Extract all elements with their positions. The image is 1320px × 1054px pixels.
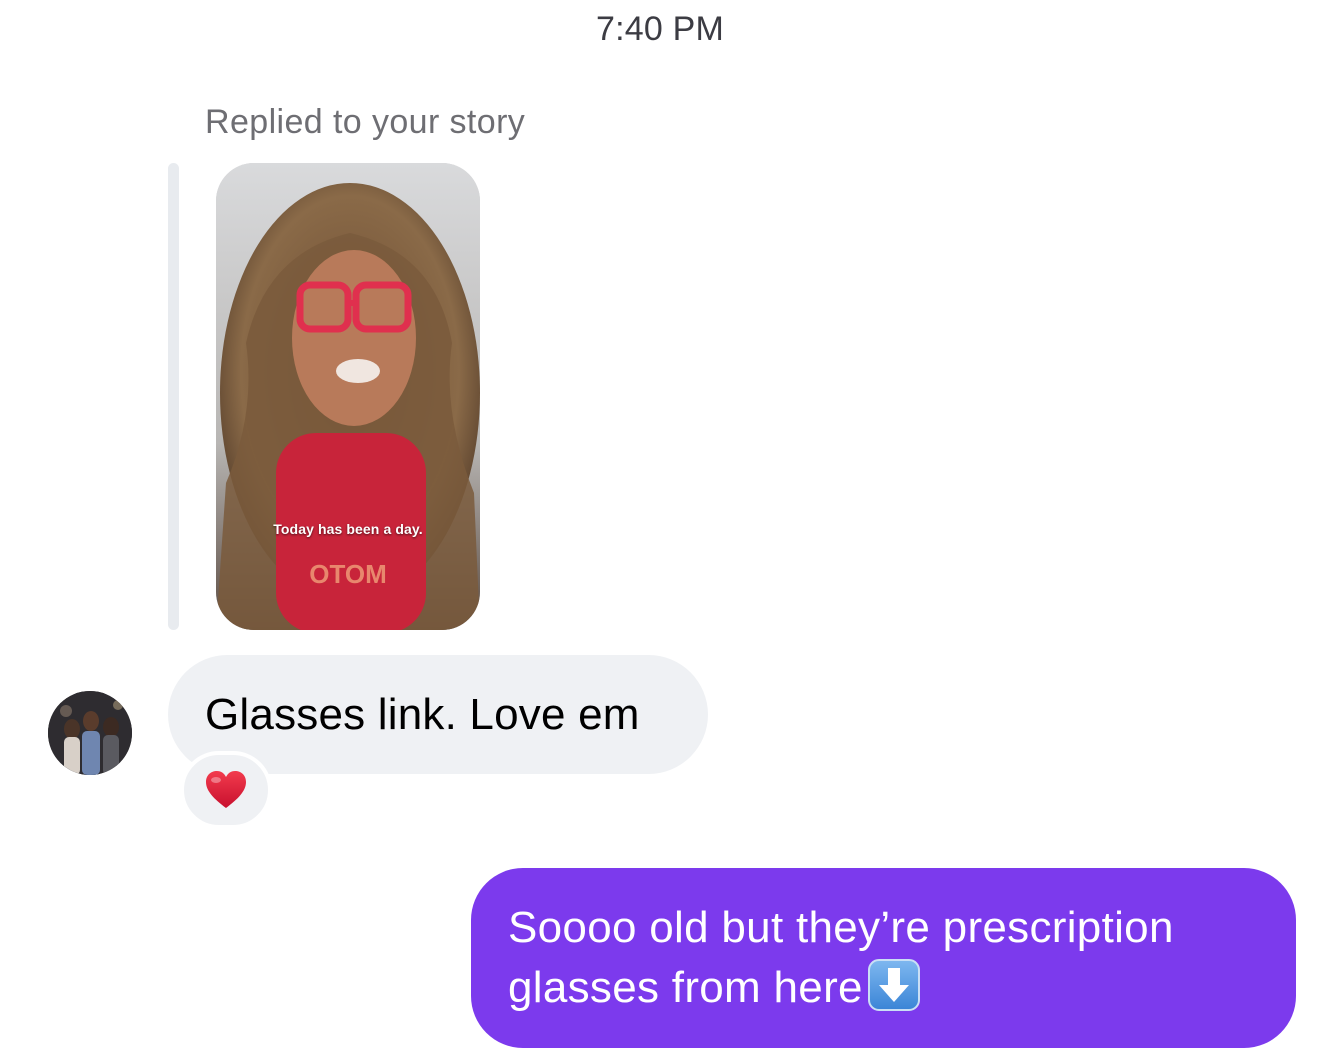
sent-message-bubble[interactable]: Soooo old but they’re prescription glass…: [471, 868, 1296, 1048]
sent-message-line: Soooo old but they’re prescription: [508, 903, 1174, 952]
down-arrow-icon: [867, 959, 920, 1011]
story-reply-label: Replied to your story: [205, 103, 526, 141]
story-thumbnail[interactable]: OTOM Today has been a day.: [216, 163, 480, 630]
message-timestamp: 7:40 PM: [595, 10, 725, 48]
message-reaction[interactable]: [180, 751, 272, 829]
sender-avatar[interactable]: [48, 691, 132, 775]
reply-quote-bar: [168, 163, 179, 630]
svg-text:OTOM: OTOM: [309, 559, 387, 589]
sent-message-line-text: glasses from here: [508, 963, 863, 1012]
avatar-photo-icon: [48, 691, 132, 775]
story-image: OTOM: [216, 163, 480, 630]
heart-icon: [206, 771, 246, 808]
received-message-text: Glasses link. Love em: [205, 689, 640, 739]
story-caption: Today has been a day.: [273, 521, 423, 537]
sent-message-line: glasses from here: [508, 958, 1266, 1018]
